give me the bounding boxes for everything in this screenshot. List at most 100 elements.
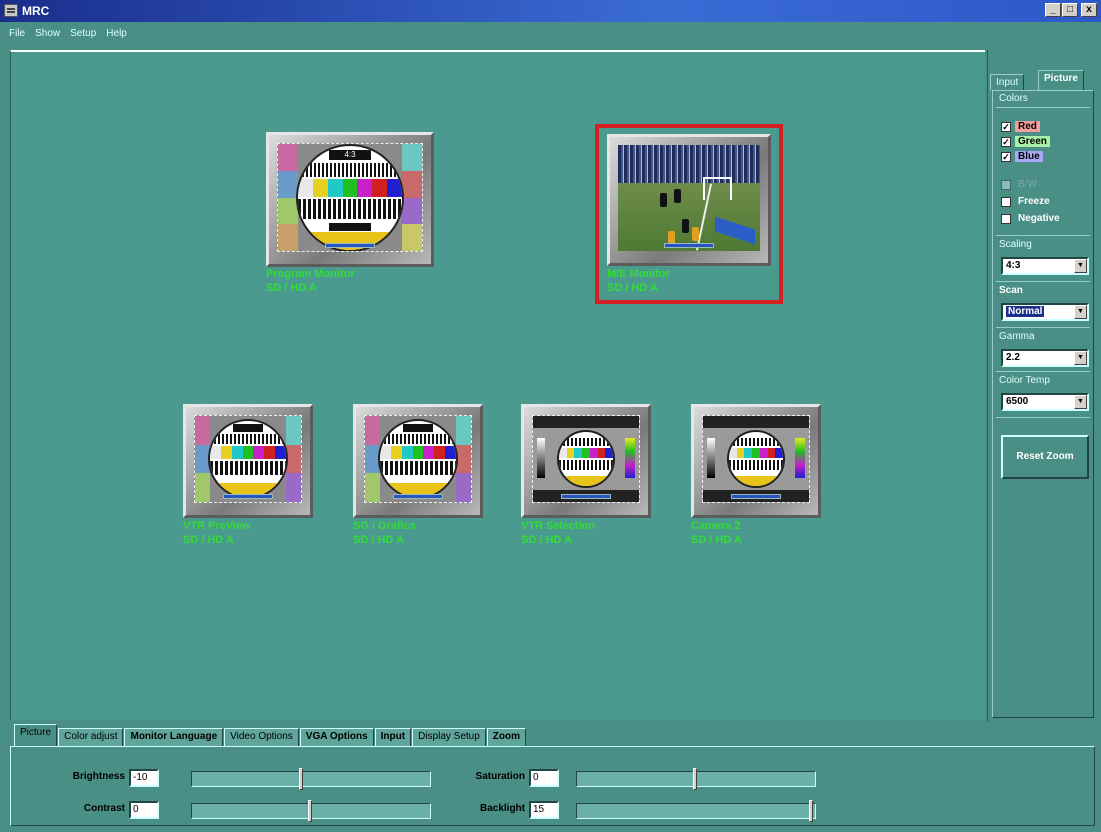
test-pattern-circle [557, 430, 615, 488]
letterbox-top [703, 416, 809, 428]
chevron-down-icon[interactable]: ▼ [1074, 259, 1087, 273]
bw-label: B/W [1018, 179, 1037, 190]
monitor-me[interactable]: M/E Monitor SD / HD A [607, 134, 777, 294]
divider [996, 417, 1090, 418]
tab-zoom[interactable]: Zoom [486, 728, 527, 746]
color-temp-label: Color Temp [999, 375, 1050, 386]
test-pattern-gratings [210, 461, 286, 475]
title-bar: MRC _ □ x [0, 0, 1101, 22]
saturation-slider-thumb[interactable] [693, 768, 697, 790]
chevron-down-icon[interactable]: ▼ [1074, 305, 1087, 319]
test-pattern-comb [210, 434, 286, 444]
advert-board [714, 216, 755, 245]
test-pattern-gratings [559, 460, 613, 470]
color-temp-select[interactable]: 6500 ▼ [1001, 393, 1089, 411]
monitor-source: SD / HD A [607, 282, 658, 294]
tab-monitor-language[interactable]: Monitor Language [124, 728, 224, 746]
football-image [618, 145, 760, 251]
brightness-slider[interactable] [191, 768, 431, 790]
menu-setup[interactable]: Setup [65, 28, 101, 39]
contrast-slider[interactable] [191, 800, 431, 822]
brightness-field[interactable]: -10 [129, 769, 159, 787]
backlight-slider-thumb[interactable] [809, 800, 813, 822]
tab-color-adjust[interactable]: Color adjust [58, 728, 124, 746]
tab-vga-options[interactable]: VGA Options [299, 728, 374, 746]
menu-file[interactable]: File [4, 28, 30, 39]
app-icon[interactable] [4, 4, 18, 17]
divider [996, 107, 1090, 108]
monitor-name: VTR PreView [183, 520, 251, 532]
bw-checkbox[interactable]: B/W [1001, 179, 1040, 190]
monitor-vtr-selection[interactable]: VTR Selection SD / HD A [521, 404, 661, 554]
checkbox-box [1001, 179, 1011, 190]
green-checkbox[interactable]: ✓ Green [1001, 136, 1050, 147]
grey-scale-bar [537, 438, 545, 478]
test-pattern-comb [380, 434, 456, 444]
red-checkbox[interactable]: ✓ Red [1001, 121, 1040, 132]
test-pattern-label-block [402, 424, 434, 432]
color-scale-bar [625, 438, 635, 478]
test-pattern-comb [559, 438, 613, 446]
minimize-button[interactable]: _ [1045, 3, 1061, 17]
test-pattern-gratings [729, 460, 783, 470]
color-temp-value: 6500 [1006, 396, 1029, 407]
monitor-source: SD / HD A [691, 534, 742, 546]
tab-picture[interactable]: Picture [1038, 70, 1084, 91]
backlight-slider[interactable] [576, 800, 816, 822]
saturation-field[interactable]: 0 [529, 769, 559, 787]
monitor-camera-2[interactable]: Camera 2 SD / HD A [691, 404, 831, 554]
divider [996, 327, 1090, 328]
backlight-field[interactable]: 15 [529, 801, 559, 819]
color-scale-bar [795, 438, 805, 478]
tab-input-bottom[interactable]: Input [374, 728, 412, 746]
freeze-checkbox[interactable]: Freeze [1001, 196, 1053, 207]
letterbox-top [533, 416, 639, 428]
menu-show[interactable]: Show [30, 28, 65, 39]
chevron-down-icon[interactable]: ▼ [1074, 351, 1087, 365]
checkbox-box [1001, 213, 1011, 224]
scaling-select[interactable]: 4:3 ▼ [1001, 257, 1089, 275]
negative-label: Negative [1018, 213, 1060, 224]
monitor-bezel [521, 404, 651, 518]
checkbox-check-icon: ✓ [1001, 136, 1011, 147]
monitor-status-bar [561, 494, 611, 499]
scan-value: Normal [1006, 306, 1045, 317]
player [660, 193, 667, 207]
chevron-down-icon[interactable]: ▼ [1074, 395, 1087, 409]
divider [996, 235, 1090, 236]
tab-picture-bottom[interactable]: Picture [14, 724, 58, 746]
test-pattern-color-bars [298, 178, 402, 197]
tab-input[interactable]: Input [990, 74, 1025, 90]
monitor-bezel [353, 404, 483, 518]
gamma-value: 2.2 [1006, 352, 1020, 363]
negative-checkbox[interactable]: Negative [1001, 213, 1063, 224]
window-title: MRC [22, 4, 50, 18]
test-pattern-bottom [559, 476, 613, 486]
side-color-bars [286, 416, 301, 502]
close-button[interactable]: x [1081, 3, 1097, 17]
stadium-crowd [618, 145, 760, 184]
scan-select[interactable]: Normal ▼ [1001, 303, 1089, 321]
test-pattern-comb [729, 438, 783, 446]
test-pattern-label-block [329, 222, 371, 231]
saturation-label: Saturation [475, 771, 525, 782]
reset-zoom-button[interactable]: Reset Zoom [1001, 435, 1089, 479]
menu-help[interactable]: Help [101, 28, 132, 39]
player [674, 189, 681, 203]
tab-video-options[interactable]: Video Options [224, 728, 299, 746]
brightness-slider-thumb[interactable] [299, 768, 303, 790]
saturation-slider[interactable] [576, 768, 816, 790]
blue-checkbox[interactable]: ✓ Blue [1001, 151, 1043, 162]
maximize-button[interactable]: □ [1062, 3, 1078, 17]
side-color-bars [401, 144, 422, 251]
contrast-slider-thumb[interactable] [308, 800, 312, 822]
monitor-sg-grafics[interactable]: SG / Grafics SD / HD A [353, 404, 493, 554]
monitor-program[interactable]: 4:3 Program Monitor SD / HD A [266, 132, 436, 294]
monitor-vtr-preview[interactable]: VTR PreView SD / HD A [183, 404, 323, 554]
picture-adjust-panel: Brightness -10 Saturation 0 Contrast 0 B… [10, 746, 1095, 826]
gamma-select[interactable]: 2.2 ▼ [1001, 349, 1089, 367]
blue-label: Blue [1015, 151, 1043, 162]
player [692, 227, 699, 241]
tab-display-setup[interactable]: Display Setup [412, 728, 486, 746]
contrast-field[interactable]: 0 [129, 801, 159, 819]
